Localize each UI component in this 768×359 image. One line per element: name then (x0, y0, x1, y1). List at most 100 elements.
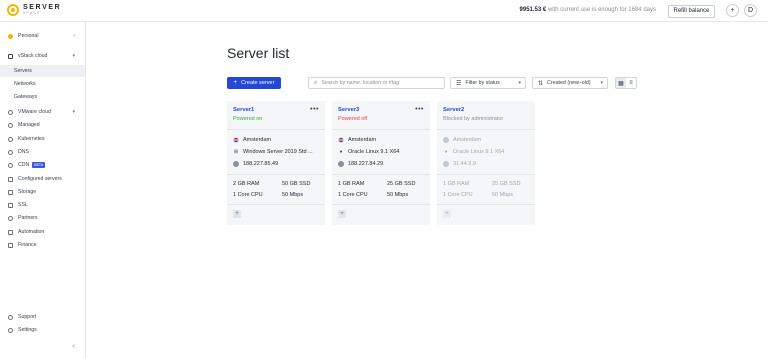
status-filter-select[interactable]: ☰ Filter by status ▾ (450, 77, 526, 89)
managed-icon (8, 122, 13, 128)
gear-icon (8, 327, 13, 333)
chevron-right-icon: › (73, 33, 75, 39)
cloud-icon (8, 109, 13, 115)
sidebar-item-managed[interactable]: Managed (0, 119, 85, 131)
netherlands-flag-icon (233, 137, 239, 143)
sidebar-item-label: Configured servers (18, 176, 62, 182)
sidebar-item-label: CDN (18, 162, 30, 168)
plus-icon: + (233, 80, 238, 86)
sidebar-item-ssl[interactable]: SSL (0, 199, 85, 211)
server-card[interactable]: Server1 Powered on ••• Amsterdam ⊞ Windo… (227, 101, 325, 225)
sidebar-item-label: Managed (18, 122, 40, 128)
sidebar-item-support[interactable]: Support (0, 311, 85, 323)
sidebar-item-label: Automation (18, 229, 45, 235)
sidebar-item-kubernetes[interactable]: Kubernetes (0, 133, 85, 145)
add-tag-button[interactable]: + (338, 210, 346, 218)
refill-balance-button[interactable]: Refill balance (668, 4, 715, 18)
divider (332, 204, 430, 205)
network-spec: 50 Mbps (387, 192, 409, 198)
logo[interactable]: SERVER SPACE (7, 4, 61, 16)
create-server-label: Create server (241, 80, 275, 86)
cloud-icon (8, 53, 13, 59)
sidebar-item-vstack-cloud[interactable]: vStack cloud ▾ (0, 50, 85, 62)
divider (332, 129, 430, 130)
server-card[interactable]: Server3 Powered off ••• Amsterdam ♦ Orac… (332, 101, 430, 225)
divider (437, 204, 535, 205)
sidebar-item-cdn[interactable]: CDN BETA (0, 159, 85, 171)
server-ip: 188.227.84.29 (338, 160, 424, 168)
cpu-spec: 1 Core CPU (338, 192, 368, 198)
sidebar: Personal › vStack cloud ▾ Servers Networ… (0, 22, 86, 359)
chevron-down-icon: ▾ (72, 53, 75, 59)
netherlands-flag-icon (338, 137, 344, 143)
sidebar-item-networks[interactable]: Networks (0, 78, 85, 90)
netherlands-flag-icon (443, 137, 449, 143)
os-text: Oracle Linux 9.1 X64 (348, 149, 400, 155)
logo-icon (7, 4, 19, 16)
sidebar-item-automation[interactable]: Automation (0, 226, 85, 238)
sidebar-item-label: SSL (18, 202, 28, 208)
list-view-icon[interactable]: ≡ (626, 78, 636, 88)
ip-text: 188.227.84.29 (348, 161, 384, 167)
automation-icon (8, 229, 13, 235)
server-ip: 31.44.3.9 (443, 160, 529, 168)
sort-select[interactable]: ⇅ Created (new–old) ▾ (532, 77, 608, 89)
sidebar-item-label: Support (18, 314, 37, 320)
network-spec: 50 Mbps (282, 192, 304, 198)
balance-text: with current use is enough for 1684 days (547, 7, 656, 13)
more-options-icon[interactable]: ••• (310, 106, 319, 113)
sidebar-item-personal[interactable]: Personal › (0, 30, 85, 42)
sidebar-item-configured-servers[interactable]: Configured servers (0, 173, 85, 185)
sidebar-item-servers[interactable]: Servers (0, 65, 85, 77)
server-os: ⊞ Windows Server 2019 Std ... (233, 148, 319, 156)
server-status: Powered off (338, 116, 368, 122)
divider (227, 174, 325, 175)
ssd-spec: 25 GB SSD (492, 181, 521, 187)
ip-text: 188.227.85.49 (243, 161, 279, 167)
create-server-button[interactable]: + Create server (227, 77, 281, 89)
sidebar-item-vmware-cloud[interactable]: VMware cloud ▾ (0, 106, 85, 118)
status-filter-label: Filter by status (465, 80, 500, 86)
sort-icon: ⇅ (538, 80, 544, 87)
linux-icon: ♦ (444, 149, 448, 155)
sidebar-item-dns[interactable]: DNS (0, 146, 85, 158)
sidebar-item-finance[interactable]: Finance (0, 239, 85, 251)
globe-icon (233, 161, 239, 167)
divider (332, 174, 430, 175)
brand-name: SERVER (23, 4, 62, 12)
sidebar-item-label: Kubernetes (18, 136, 45, 142)
search-input[interactable] (321, 80, 442, 86)
more-options-icon[interactable]: ••• (415, 106, 424, 113)
search-box[interactable]: ⌕ (308, 77, 445, 89)
sidebar-item-gateways[interactable]: Gateways (0, 91, 85, 103)
ip-text: 31.44.3.9 (453, 161, 476, 167)
sidebar-item-label: Finance (18, 242, 37, 248)
server-card[interactable]: Server2 Blocked by administrator Amsterd… (437, 101, 535, 225)
sidebar-item-label: vStack cloud (18, 53, 48, 59)
add-tag-button[interactable]: + (443, 210, 451, 218)
server-name[interactable]: Server2 (443, 107, 503, 113)
configured-servers-icon (8, 176, 13, 182)
divider (437, 174, 535, 175)
grid-view-icon[interactable]: ▦ (616, 78, 626, 88)
add-button[interactable]: + (726, 4, 739, 17)
lock-icon (8, 202, 13, 208)
user-avatar[interactable]: D (744, 4, 757, 17)
server-name[interactable]: Server1 (233, 107, 262, 113)
location-text: Amsterdam (348, 137, 377, 143)
sidebar-item-storage[interactable]: Storage (0, 186, 85, 198)
server-name[interactable]: Server3 (338, 107, 367, 113)
divider (227, 204, 325, 205)
page-title: Server list (227, 45, 290, 61)
sidebar-item-settings[interactable]: Settings (0, 324, 85, 336)
globe-icon (338, 161, 344, 167)
collapse-sidebar-button[interactable]: < (72, 344, 76, 350)
ssd-spec: 50 GB SSD (282, 181, 311, 187)
support-icon (8, 314, 13, 320)
balance-amount: 9951.53 € (519, 7, 547, 13)
filter-icon: ☰ (456, 80, 462, 87)
sidebar-item-partners[interactable]: Partners (0, 212, 85, 224)
add-tag-button[interactable]: + (233, 210, 241, 218)
sidebar-item-label: VMware cloud (18, 109, 51, 115)
beta-badge: BETA (32, 162, 46, 168)
